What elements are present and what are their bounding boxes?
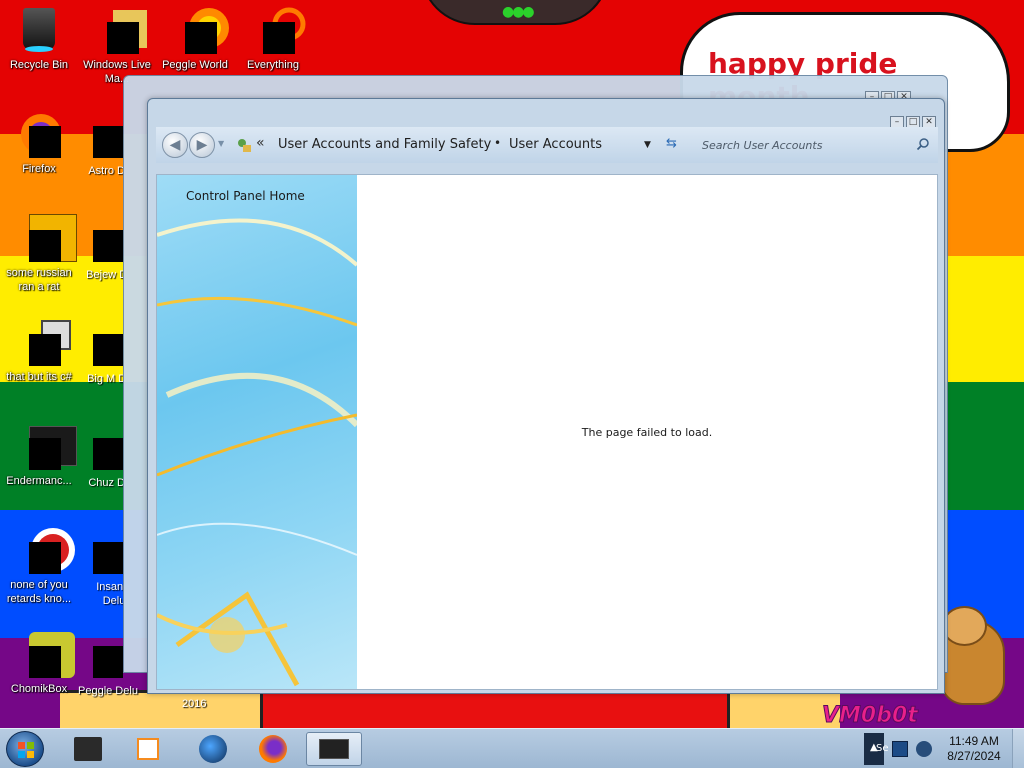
breadcrumb-user-accounts-family-safety[interactable]: User Accounts and Family Safety xyxy=(278,137,491,152)
taskbar-media-player[interactable] xyxy=(124,732,174,766)
icon-label: Peggle Delu xyxy=(78,685,138,697)
globe-icon xyxy=(199,735,227,763)
watermark-text: VM0b0t xyxy=(822,703,919,729)
desktop-icon-some-russian[interactable]: some russian ran a rat xyxy=(0,214,78,294)
icon-label: Firefox xyxy=(22,163,56,175)
app-icon xyxy=(15,214,77,262)
back-button[interactable]: ◀ xyxy=(162,132,188,158)
cartoon-bottom-shape xyxy=(60,690,840,731)
desktop-icon-endermanc[interactable]: Endermanc... xyxy=(0,422,78,488)
desktop-icon-everything[interactable]: Everything xyxy=(234,6,312,72)
navigation-bar: ◀ ▶ ▼ « User Accounts and Family Safety … xyxy=(156,127,938,163)
arrow-right-icon: ▶ xyxy=(196,137,208,153)
icon-label-partial: 2016 xyxy=(182,698,207,710)
icon-label: Bejew Delu xyxy=(86,269,124,281)
control-panel-icon xyxy=(238,139,251,152)
user-accounts-window[interactable]: – □ ✕ ◀ ▶ ▼ « User Accounts and Family Saf… xyxy=(147,98,945,694)
app-box-icon xyxy=(74,737,102,761)
forward-button[interactable]: ▶ xyxy=(189,132,215,158)
control-panel-home-link[interactable]: Control Panel Home xyxy=(186,189,305,203)
tray-overflow-button[interactable]: ▲ Se xyxy=(864,733,889,765)
desktop-icon-that-but-its-c[interactable]: that but its c# xyxy=(0,318,78,384)
icon-label-clip: Big M Delu xyxy=(84,372,124,386)
main-pane: The page failed to load. xyxy=(357,175,937,689)
arrow-left-icon: ◀ xyxy=(169,137,181,153)
recycle-bin-icon xyxy=(15,6,63,54)
file-stack-icon xyxy=(15,318,71,366)
app-icon xyxy=(15,526,75,574)
window-controls: – □ ✕ xyxy=(888,109,936,128)
icon-label-clip: Insaniq Delu xyxy=(84,580,124,608)
volume-icon[interactable] xyxy=(916,741,932,757)
content-area: Control Panel Home The page failed to lo… xyxy=(156,174,938,690)
desktop-icon-insaniquarium-deluxe[interactable] xyxy=(93,526,123,574)
icon-label-clip: Bejew Delu xyxy=(84,268,124,282)
search-input[interactable] xyxy=(696,132,936,158)
firefox-icon xyxy=(259,735,287,763)
icon-label: ChomikBox xyxy=(10,683,68,695)
terminal-icon xyxy=(15,422,77,470)
clock-time: 11:49 AM xyxy=(949,734,999,748)
desktop-icon-chuzzle-deluxe[interactable] xyxy=(93,422,123,470)
desktop-icon-none-of-you[interactable]: none of you retards kno... xyxy=(0,526,78,606)
taskbar-app-1[interactable] xyxy=(64,732,114,766)
desktop-icon-bejeweled-deluxe[interactable] xyxy=(93,214,123,262)
icon-label-clip: Astro Delu xyxy=(84,164,124,178)
show-desktop-button[interactable] xyxy=(1012,729,1024,768)
icon-label: Peggle World xyxy=(162,59,228,71)
icon-label-clip: Chuz Delu xyxy=(84,476,124,490)
chomikbox-icon xyxy=(15,630,75,678)
icon-label: Insaniq Delu xyxy=(96,581,124,607)
desktop-icon-peggle-world[interactable]: Peggle World xyxy=(156,6,234,72)
address-dropdown-icon[interactable]: ▼ xyxy=(644,140,651,150)
icon-label: Everything xyxy=(247,59,299,71)
icon-label: Endermanc... xyxy=(6,475,72,487)
icon-label-clip: Peggle Delu xyxy=(78,684,148,698)
desktop-icon-windows-live-mail[interactable]: Windows Live Ma... xyxy=(78,6,156,86)
icon-label: none of you retards kno... xyxy=(6,579,72,605)
clock-date: 8/27/2024 xyxy=(947,749,1001,763)
windows-logo-icon xyxy=(18,742,34,758)
icon-label: some russian ran a rat xyxy=(6,267,72,293)
breadcrumb-overflow-chevron[interactable]: « xyxy=(256,135,265,151)
desktop-icon-firefox[interactable]: Firefox xyxy=(0,110,78,176)
desktop-icon-chomikbox[interactable]: ChomikBox xyxy=(0,630,78,696)
system-tray: ▲ Se 11:49 AM 8/27/2024 xyxy=(864,729,1024,768)
clock[interactable]: 11:49 AM 8/27/2024 xyxy=(942,734,1006,764)
search-app-icon xyxy=(249,6,306,54)
firefox-icon xyxy=(15,110,63,158)
network-icon[interactable] xyxy=(892,741,908,757)
desktop-icon-astro-deluxe[interactable] xyxy=(93,110,123,158)
breadcrumb-user-accounts[interactable]: User Accounts xyxy=(509,137,602,152)
tray-partial-text: Se xyxy=(876,743,889,754)
start-button[interactable] xyxy=(6,731,44,767)
peggle-icon xyxy=(171,6,229,54)
mail-icon xyxy=(93,6,147,54)
icon-label: Chuz Delu xyxy=(88,477,124,489)
search-icon[interactable] xyxy=(916,137,930,151)
decorative-swirls xyxy=(157,218,357,687)
error-message: The page failed to load. xyxy=(581,426,713,439)
icon-label: that but its c# xyxy=(6,371,72,383)
window-icon xyxy=(319,739,349,759)
task-pane: Control Panel Home xyxy=(157,175,357,689)
media-player-icon xyxy=(137,738,159,760)
desktop-icon-peggle-deluxe[interactable] xyxy=(93,630,123,678)
icon-label: Recycle Bin xyxy=(9,59,69,71)
breadcrumb-separator: • xyxy=(494,136,502,150)
taskbar-firefox[interactable] xyxy=(248,732,298,766)
desktop-icon-big-money-deluxe[interactable] xyxy=(93,318,123,366)
refresh-icon[interactable]: ⇆ xyxy=(666,136,677,151)
taskbar: ▲ Se 11:49 AM 8/27/2024 xyxy=(0,728,1024,768)
icon-label: Astro Delu xyxy=(88,165,124,177)
desktop-icon-recycle-bin[interactable]: Recycle Bin xyxy=(0,6,78,72)
taskbar-app-3[interactable] xyxy=(188,732,238,766)
icon-label: Big M Delu xyxy=(87,373,124,385)
taskbar-control-panel[interactable] xyxy=(306,732,362,766)
recent-pages-dropdown[interactable]: ▼ xyxy=(218,139,224,148)
